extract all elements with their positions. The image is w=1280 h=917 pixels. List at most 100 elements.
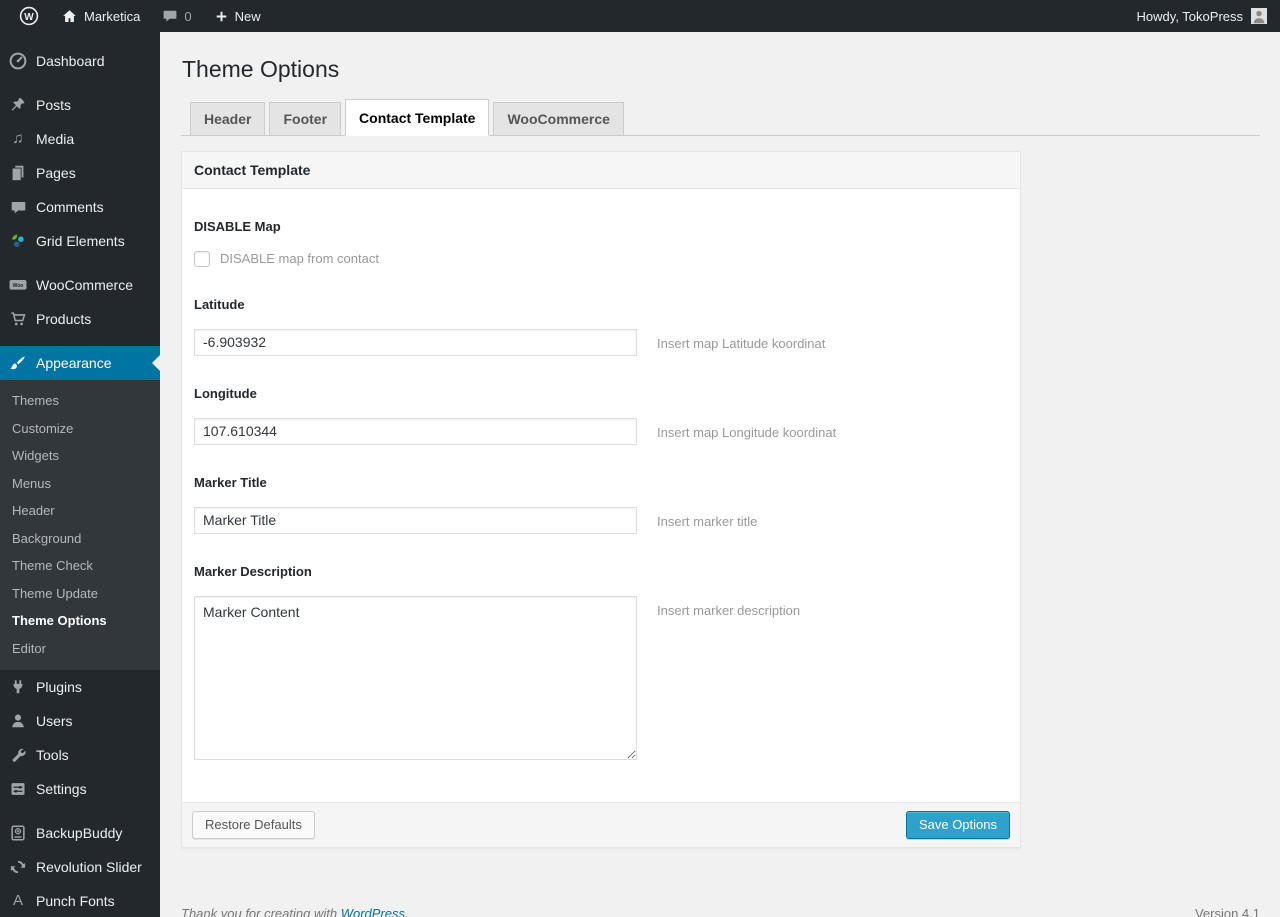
latitude-input[interactable] [194,328,637,356]
account-menu[interactable]: Howdy, TokoPress [1137,0,1280,32]
sidebar-item-label: Plugins [36,679,82,695]
wordpress-link[interactable]: WordPress [341,906,405,917]
tab-woocommerce[interactable]: WooCommerce [493,101,624,136]
sidebar-item-products[interactable]: Products [0,302,160,336]
submenu-item-theme-check[interactable]: Theme Check [0,552,160,580]
svg-text:Woo: Woo [13,283,24,289]
submenu-item-menus[interactable]: Menus [0,470,160,498]
woocommerce-icon: Woo [8,275,28,295]
svg-text:W: W [24,12,34,23]
sidebar-item-users[interactable]: Users [0,704,160,738]
sidebar-item-label: BackupBuddy [36,825,123,841]
new-content-menu[interactable]: New [203,0,272,32]
sidebar-item-label: Users [36,713,73,729]
disable-map-field: DISABLE Map DISABLE map from contact [194,219,1008,267]
circular-arrows-icon [8,857,28,877]
sidebar-item-plugins[interactable]: Plugins [0,670,160,704]
pushpin-icon [8,95,28,115]
submenu-item-widgets[interactable]: Widgets [0,442,160,470]
field-label: DISABLE Map [194,218,281,234]
submenu-item-themes[interactable]: Themes [0,387,160,415]
sidebar-item-tools[interactable]: Tools [0,738,160,772]
admin-bar: W Marketica 0 New Howdy, TokoPress [0,0,1280,32]
submenu-item-customize[interactable]: Customize [0,415,160,443]
panel-title: Contact Template [182,151,1020,189]
sidebar-item-label: Revolution Slider [36,859,142,875]
howdy-text: Howdy, TokoPress [1136,8,1243,24]
submenu-item-theme-options[interactable]: Theme Options [0,607,160,635]
footer-thanks: Thank you for creating with WordPress. [181,906,409,917]
page-title: Theme Options [182,56,340,82]
checkbox-row: DISABLE map from contact [194,250,1008,267]
main-content: Theme Options Header Footer Contact Temp… [160,32,1280,917]
comments-menu[interactable]: 0 [151,0,202,32]
new-label: New [234,8,261,24]
menu-separator [0,78,160,88]
sidebar-item-comments[interactable]: Comments [0,190,160,224]
backup-drive-icon [8,823,28,843]
user-icon [8,711,28,731]
field-hint: Insert map Longitude koordinat [657,424,837,440]
sidebar-item-grid-elements[interactable]: Grid Elements [0,224,160,258]
marker-title-input[interactable] [194,506,637,534]
field-hint: Insert marker title [657,513,758,529]
longitude-field: Longitude Insert map Longitude koordinat [194,386,1008,445]
tab-header[interactable]: Header [190,101,266,136]
marker-title-field: Marker Title Insert marker title [194,475,1008,534]
site-name: Marketica [84,8,141,24]
longitude-input[interactable] [194,417,637,445]
wordpress-logo-menu[interactable]: W [8,0,50,32]
menu-separator [0,336,160,346]
save-options-button[interactable]: Save Options [905,810,1010,839]
marker-description-textarea[interactable]: Marker Content [194,595,637,760]
sidebar-item-pages[interactable]: Pages [0,156,160,190]
letter-a-icon: A [12,892,23,909]
sidebar-item-media[interactable]: ♫ Media [0,122,160,156]
sidebar-item-settings[interactable]: Settings [0,772,160,806]
wrench-icon [8,745,28,765]
panel-footer: Restore Defaults Save Options [182,801,1020,847]
sidebar-item-label: Pages [36,165,76,181]
submenu-item-background[interactable]: Background [0,525,160,553]
sidebar-item-label: Appearance [36,355,112,371]
sidebar-item-appearance[interactable]: Appearance [0,346,160,380]
sidebar-item-label: Comments [36,199,104,215]
admin-menu: Dashboard Posts ♫ Media Pages Comments G… [0,32,160,917]
avatar [1251,8,1267,24]
sidebar-item-woocommerce[interactable]: Woo WooCommerce [0,268,160,302]
submenu-item-editor[interactable]: Editor [0,635,160,663]
sidebar-item-label: Posts [36,97,72,113]
field-label: Marker Title [194,474,267,490]
wordpress-logo-icon: W [19,6,39,26]
version-text: Version 4.1 [1194,905,1260,917]
sidebar-item-punch-fonts[interactable]: A Punch Fonts [0,884,160,917]
site-name-menu[interactable]: Marketica [50,0,151,32]
media-icon: ♫ [12,130,24,147]
sidebar-item-backupbuddy[interactable]: BackupBuddy [0,816,160,850]
field-label: Latitude [194,296,245,312]
pages-icon [8,163,28,183]
sidebar-item-posts[interactable]: Posts [0,88,160,122]
sidebar-item-label: Tools [36,747,69,763]
nav-tabs: Header Footer Contact Template WooCommer… [181,98,1260,136]
marker-description-field: Marker Description Marker Content Insert… [194,564,1008,760]
comment-count: 0 [184,8,192,24]
sidebar-item-revolution-slider[interactable]: Revolution Slider [0,850,160,884]
tab-contact-template[interactable]: Contact Template [345,98,490,136]
disable-map-checkbox[interactable] [194,250,210,267]
home-icon [61,8,78,25]
panel-body: DISABLE Map DISABLE map from contact Lat… [182,189,1020,802]
paintbrush-icon [8,353,28,373]
tab-footer[interactable]: Footer [269,101,342,136]
contact-template-panel: Contact Template DISABLE Map DISABLE map… [181,150,1021,848]
checkbox-label: DISABLE map from contact [220,251,379,267]
sidebar-item-dashboard[interactable]: Dashboard [0,44,160,78]
sidebar-item-label: Products [36,311,92,327]
submenu-item-theme-update[interactable]: Theme Update [0,580,160,608]
plus-icon [214,9,229,24]
appearance-submenu: Themes Customize Widgets Menus Header Ba… [0,380,160,670]
submenu-item-header[interactable]: Header [0,497,160,525]
latitude-field: Latitude Insert map Latitude koordinat [194,297,1008,356]
sliders-icon [8,779,28,799]
restore-defaults-button[interactable]: Restore Defaults [192,810,315,839]
